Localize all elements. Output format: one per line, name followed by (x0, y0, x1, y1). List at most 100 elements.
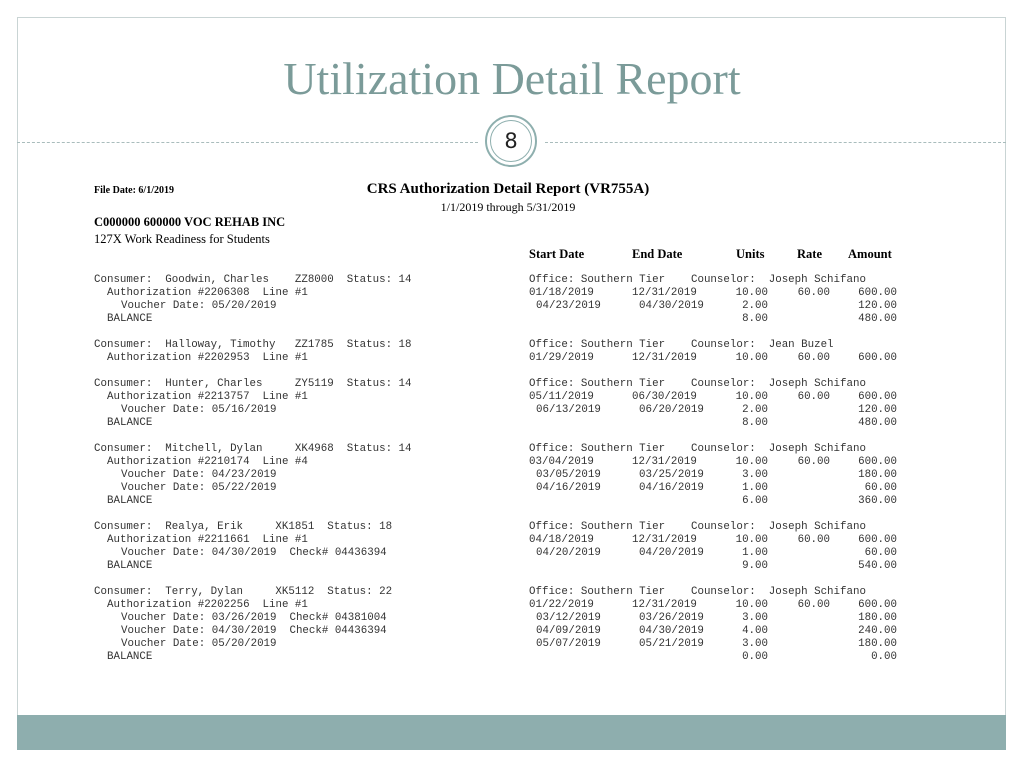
units: 10.00 (735, 599, 768, 611)
rate: 60.00 (797, 287, 830, 299)
balance-label: BALANCE (107, 313, 153, 325)
end-date: 12/31/2019 (632, 352, 697, 364)
start-date: 01/29/2019 (529, 352, 594, 364)
amount: 120.00 (858, 404, 897, 416)
authorization-label: Authorization #2210174 Line #4 (107, 456, 308, 468)
voucher-row: Voucher Date: 05/20/2019 05/07/2019 05/21/… (94, 638, 897, 651)
units: 10.00 (735, 456, 768, 468)
authorization-row: Authorization #2206308 Line #1 01/18/2019… (94, 287, 897, 300)
units: 6.00 (742, 495, 768, 507)
voucher-label: Voucher Date: 04/30/2019 Check# 04436394 (121, 625, 387, 637)
consumer-row: Consumer: Realya, Erik XK1851 Status: 18… (94, 521, 897, 534)
balance-label: BALANCE (107, 651, 153, 663)
units: 10.00 (735, 391, 768, 403)
start-date: 06/13/2019 (536, 404, 601, 416)
consumer-info: Consumer: Hunter, Charles ZY5119 Status:… (94, 378, 412, 390)
voucher-row: Voucher Date: 05/20/2019 04/23/2019 04/30/… (94, 300, 897, 313)
column-header-start-date: Start Date (529, 247, 585, 261)
start-date: 05/11/2019 (529, 391, 594, 403)
units: 3.00 (742, 638, 768, 650)
units: 10.00 (735, 352, 768, 364)
amount: 480.00 (858, 417, 897, 429)
start-date: 01/18/2019 (529, 287, 594, 299)
consumer-row: Consumer: Halloway, Timothy ZZ1785 Statu… (94, 339, 897, 352)
units: 9.00 (742, 560, 768, 572)
units: 1.00 (742, 482, 768, 494)
office-counselor: Office: Southern Tier Counselor: Joseph … (529, 274, 866, 286)
rate: 60.00 (797, 456, 830, 468)
program-line: 127X Work Readiness for Students (94, 232, 270, 246)
balance-label: BALANCE (107, 417, 153, 429)
start-date: 05/07/2019 (536, 638, 601, 650)
balance-row: BALANCE 8.00 480.00 (94, 417, 897, 430)
authorization-row: Authorization #2213757 Line #1 05/11/2019… (94, 391, 897, 404)
balance-row: BALANCE 9.00 540.00 (94, 560, 897, 573)
consumer-info: Consumer: Realya, Erik XK1851 Status: 18 (94, 521, 393, 533)
consumer-row: Consumer: Hunter, Charles ZY5119 Status:… (94, 378, 897, 391)
column-header-rate: Rate (797, 247, 822, 261)
end-date: 03/26/2019 (639, 612, 704, 624)
start-date: 03/12/2019 (536, 612, 601, 624)
units: 2.00 (742, 300, 768, 312)
units: 0.00 (742, 651, 768, 663)
units: 8.00 (742, 313, 768, 325)
units: 3.00 (742, 469, 768, 481)
authorization-label: Authorization #2206308 Line #1 (107, 287, 308, 299)
amount: 180.00 (858, 612, 897, 624)
units: 3.00 (742, 612, 768, 624)
amount: 600.00 (858, 599, 897, 611)
report-date-range: 1/1/2019 through 5/31/2019 (440, 200, 576, 214)
report-body: Consumer: Goodwin, Charles ZZ8000 Status… (94, 274, 897, 664)
rate: 60.00 (797, 391, 830, 403)
voucher-row: Voucher Date: 05/16/2019 06/13/2019 06/20/… (94, 404, 897, 417)
amount: 60.00 (864, 547, 897, 559)
end-date: 06/20/2019 (639, 404, 704, 416)
consumer-info: Consumer: Terry, Dylan XK5112 Status: 22 (94, 586, 393, 598)
balance-row: BALANCE 8.00 480.00 (94, 313, 897, 326)
divider-left (17, 142, 478, 143)
start-date: 03/04/2019 (529, 456, 594, 468)
units: 4.00 (742, 625, 768, 637)
column-header-units: Units (736, 247, 765, 261)
authorization-label: Authorization #2211661 Line #1 (107, 534, 308, 546)
report-title: CRS Authorization Detail Report (VR755A) (366, 181, 650, 197)
end-date: 04/16/2019 (639, 482, 704, 494)
balance-row: BALANCE 6.00 360.00 (94, 495, 897, 508)
amount: 0.00 (871, 651, 897, 663)
amount: 600.00 (858, 456, 897, 468)
amount: 180.00 (858, 638, 897, 650)
amount: 480.00 (858, 313, 897, 325)
authorization-label: Authorization #2202953 Line #1 (107, 352, 308, 364)
balance-row: BALANCE 0.00 0.00 (94, 651, 897, 664)
voucher-row: Voucher Date: 03/26/2019 Check# 04381004… (94, 612, 897, 625)
amount: 600.00 (858, 352, 897, 364)
units: 2.00 (742, 404, 768, 416)
end-date: 03/25/2019 (639, 469, 704, 481)
units: 10.00 (735, 287, 768, 299)
page-number-badge: 8 (485, 115, 537, 167)
provider-line: C000000 600000 VOC REHAB INC (94, 215, 286, 229)
amount: 360.00 (858, 495, 897, 507)
office-counselor: Office: Southern Tier Counselor: Joseph … (529, 443, 866, 455)
amount: 240.00 (858, 625, 897, 637)
end-date: 12/31/2019 (632, 287, 697, 299)
start-date: 03/05/2019 (536, 469, 601, 481)
slide-title: Utilization Detail Report (283, 53, 741, 104)
amount: 60.00 (864, 482, 897, 494)
authorization-row: Authorization #2211661 Line #1 04/18/2019… (94, 534, 897, 547)
authorization-row: Authorization #2202256 Line #1 01/22/2019… (94, 599, 897, 612)
start-date: 04/18/2019 (529, 534, 594, 546)
units: 8.00 (742, 417, 768, 429)
voucher-label: Voucher Date: 05/20/2019 (121, 300, 277, 312)
amount: 120.00 (858, 300, 897, 312)
end-date: 04/30/2019 (639, 300, 704, 312)
voucher-row: Voucher Date: 04/30/2019 Check# 04436394… (94, 625, 897, 638)
voucher-label: Voucher Date: 05/22/2019 (121, 482, 277, 494)
page-number: 8 (490, 120, 532, 162)
voucher-row: Voucher Date: 05/22/2019 04/16/2019 04/16/… (94, 482, 897, 495)
consumer-row: Consumer: Goodwin, Charles ZZ8000 Status… (94, 274, 897, 287)
units: 10.00 (735, 534, 768, 546)
rate: 60.00 (797, 352, 830, 364)
end-date: 12/31/2019 (632, 456, 697, 468)
office-counselor: Office: Southern Tier Counselor: Joseph … (529, 378, 866, 390)
